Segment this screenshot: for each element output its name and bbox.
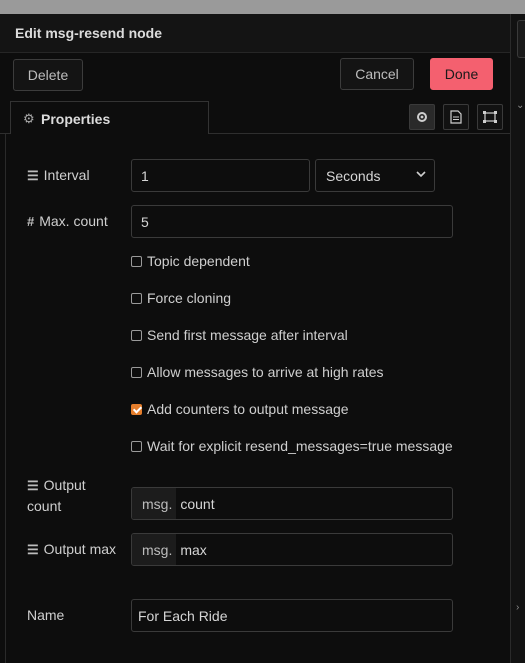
checkbox-box-checked[interactable] bbox=[131, 403, 142, 415]
output-count-label-line1: Output bbox=[43, 477, 86, 493]
checkbox-add-counters[interactable]: Add counters to output message bbox=[131, 400, 349, 418]
appearance-tab-button[interactable] bbox=[477, 104, 503, 130]
gear-icon: ⚙ bbox=[23, 111, 35, 126]
checkbox-label: Force cloning bbox=[147, 290, 232, 306]
tab-properties[interactable]: ⚙ Properties bbox=[10, 101, 209, 134]
button-row: Delete Cancel Done bbox=[0, 53, 510, 97]
cancel-button[interactable]: Cancel bbox=[340, 58, 414, 90]
type-prefix[interactable]: msg. bbox=[132, 488, 177, 519]
checkbox-allow-high-rates[interactable]: Allow messages to arrive at high rates bbox=[131, 363, 384, 381]
output-count-label-row: ☰ Output count bbox=[27, 475, 86, 516]
appearance-icon bbox=[483, 111, 497, 123]
checkbox-force-cloning[interactable]: Force cloning bbox=[131, 289, 231, 307]
dialog-header: Edit msg-resend node bbox=[0, 14, 510, 53]
delete-button[interactable]: Delete bbox=[13, 59, 83, 91]
checkbox-wait-explicit-resend[interactable]: Wait for explicit resend_messages=true m… bbox=[131, 437, 453, 455]
list-icon: ☰ bbox=[27, 478, 39, 493]
done-button[interactable]: Done bbox=[430, 58, 493, 90]
interval-input[interactable]: 1 bbox=[131, 159, 310, 192]
output-max-label-row: ☰ Output max bbox=[27, 541, 116, 558]
list-icon: ☰ bbox=[27, 168, 39, 183]
max-count-input[interactable]: 5 bbox=[131, 205, 453, 238]
settings-tab-button[interactable] bbox=[409, 104, 435, 130]
checkbox-topic-dependent[interactable]: Topic dependent bbox=[131, 252, 250, 270]
checkbox-label: Topic dependent bbox=[147, 253, 250, 269]
checkbox-box[interactable] bbox=[131, 329, 142, 341]
type-prefix[interactable]: msg. bbox=[132, 534, 177, 565]
checkbox-send-first-message[interactable]: Send first message after interval bbox=[131, 326, 348, 344]
gear-icon bbox=[417, 112, 427, 122]
name-label: Name bbox=[27, 607, 65, 623]
hash-icon: # bbox=[27, 214, 35, 229]
checkbox-label: Allow messages to arrive at high rates bbox=[147, 364, 384, 380]
checkbox-box[interactable] bbox=[131, 440, 142, 452]
output-max-label: Output max bbox=[43, 541, 117, 557]
content-divider bbox=[5, 134, 6, 663]
checkbox-label: Add counters to output message bbox=[147, 401, 349, 417]
output-max-input[interactable]: msg. max bbox=[131, 533, 453, 566]
interval-label-row: ☰ Interval bbox=[27, 167, 90, 184]
output-count-value: count bbox=[180, 495, 215, 512]
max-count-label-row: # Max. count bbox=[27, 213, 108, 229]
output-count-input[interactable]: msg. count bbox=[131, 487, 453, 520]
output-count-label-line2: count bbox=[27, 498, 62, 514]
chevron-down-icon bbox=[416, 171, 426, 178]
chevron-icon[interactable]: › bbox=[516, 602, 519, 613]
dialog-title: Edit msg-resend node bbox=[15, 25, 163, 41]
name-input[interactable]: For Each Ride bbox=[131, 599, 453, 632]
output-max-value: max bbox=[180, 541, 207, 558]
interval-label: Interval bbox=[43, 167, 90, 183]
description-tab-button[interactable] bbox=[443, 104, 469, 130]
list-icon: ☰ bbox=[27, 542, 39, 557]
checkbox-box[interactable] bbox=[131, 366, 142, 378]
max-count-label: Max. count bbox=[39, 213, 108, 229]
side-panel: ⌄ › bbox=[510, 14, 525, 663]
interval-unit-value: Seconds bbox=[326, 167, 381, 184]
checkbox-label: Send first message after interval bbox=[147, 327, 348, 343]
side-panel-tab[interactable] bbox=[517, 20, 525, 58]
window-top-strip bbox=[0, 0, 525, 14]
checkbox-box[interactable] bbox=[131, 255, 142, 267]
description-icon bbox=[450, 110, 462, 124]
tab-properties-label: Properties bbox=[41, 111, 111, 127]
chevron-down-icon[interactable]: ⌄ bbox=[516, 100, 524, 111]
checkbox-box[interactable] bbox=[131, 292, 142, 304]
interval-unit-select[interactable]: Seconds bbox=[315, 159, 435, 192]
checkbox-label: Wait for explicit resend_messages=true m… bbox=[147, 438, 453, 454]
